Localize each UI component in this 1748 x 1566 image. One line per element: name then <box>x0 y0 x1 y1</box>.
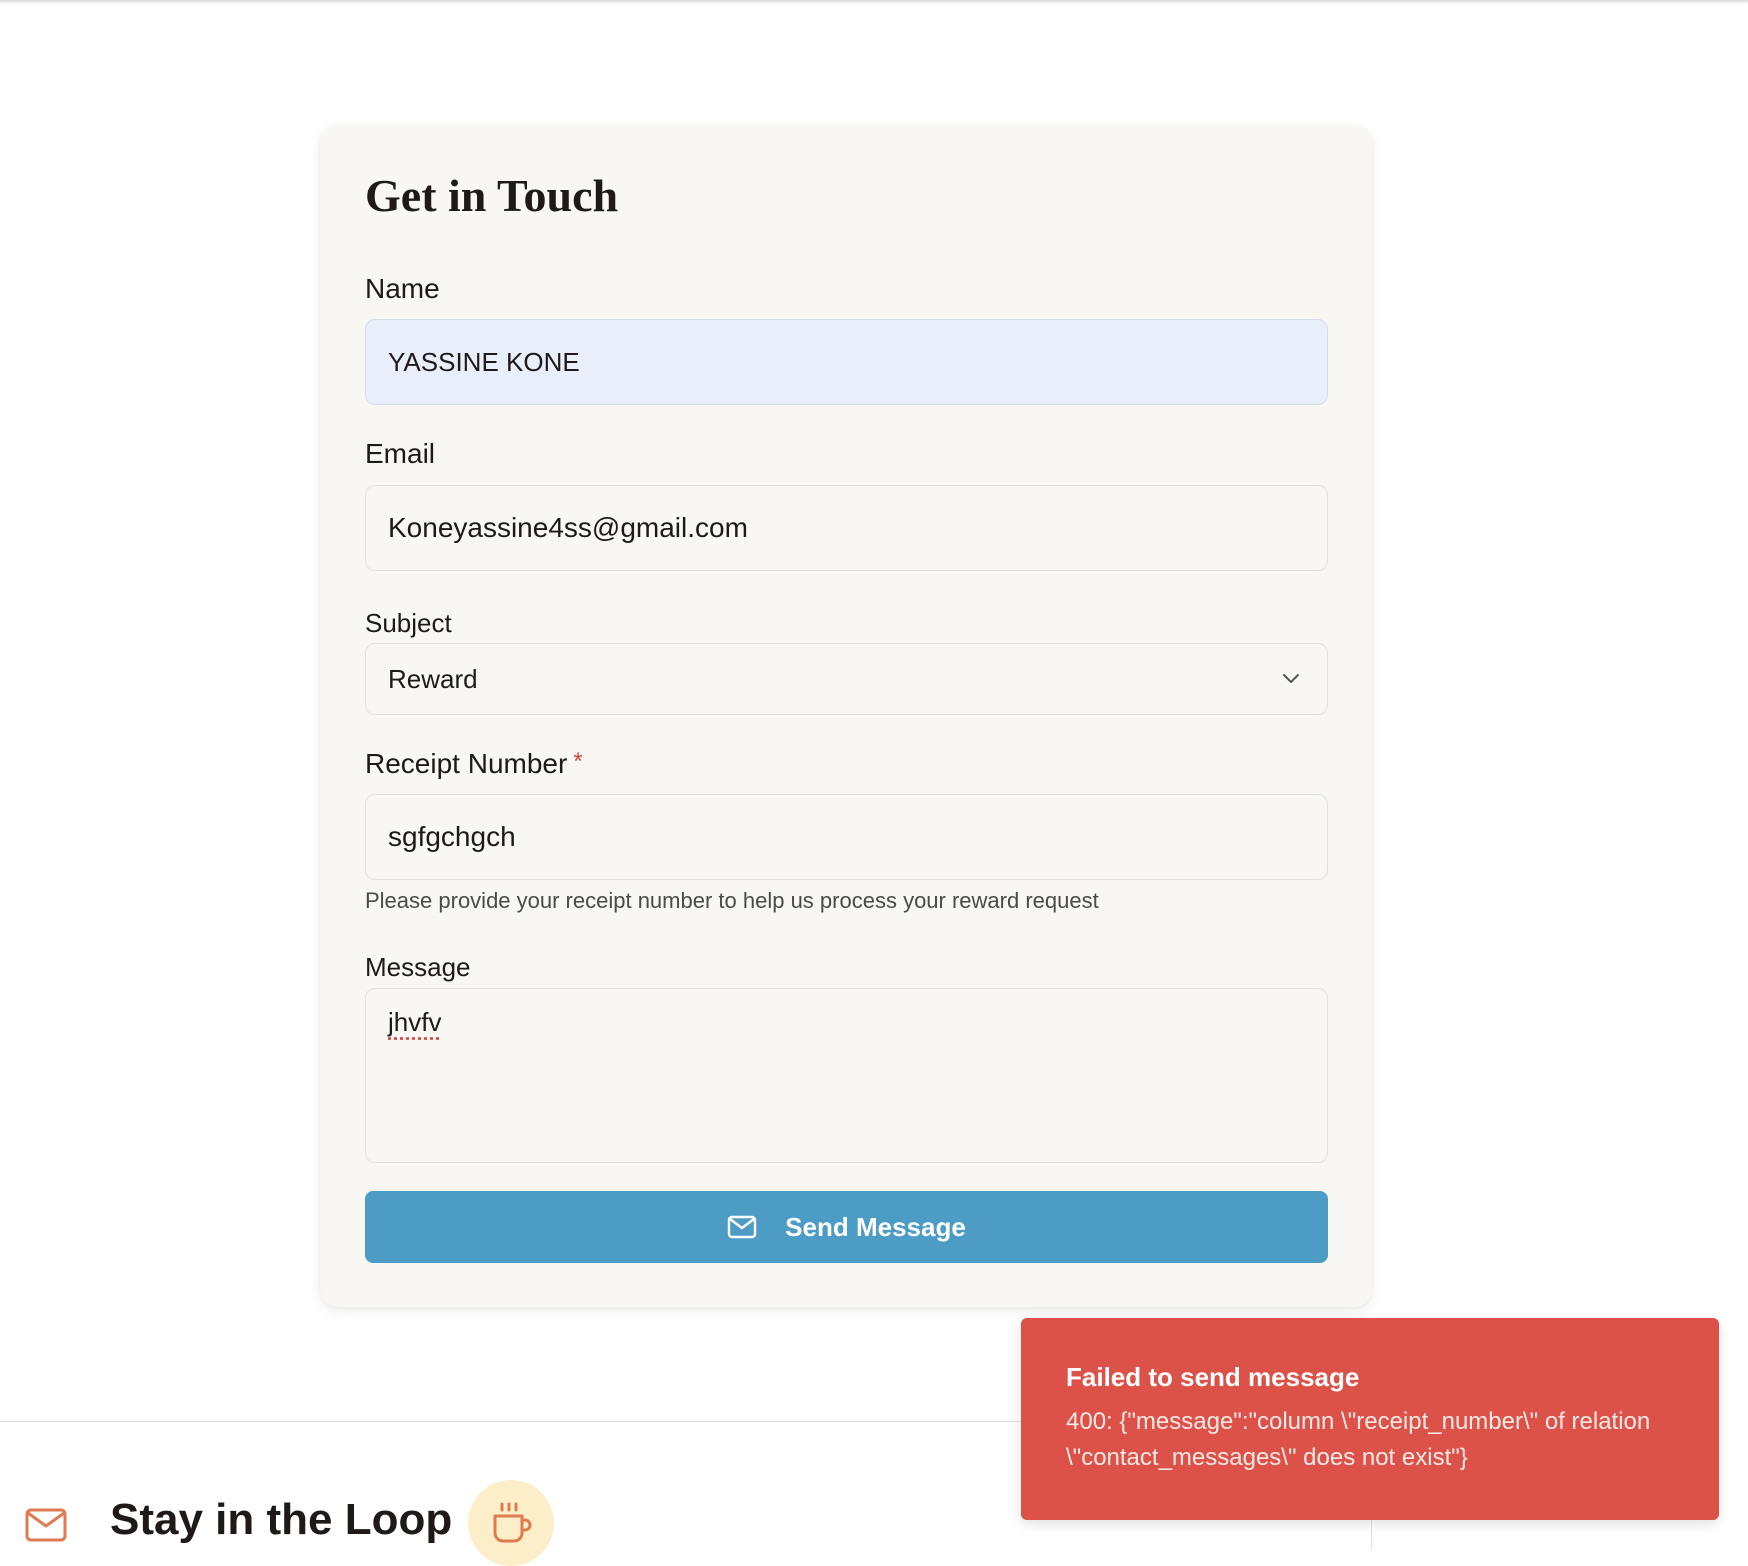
message-textarea-value: jhvfv <box>388 1007 442 1037</box>
chevron-down-icon <box>1283 674 1299 683</box>
coffee-badge <box>468 1480 554 1566</box>
error-toast[interactable]: Failed to send message 400: {"message":"… <box>1021 1318 1719 1520</box>
subject-select[interactable]: Reward <box>365 643 1328 715</box>
message-textarea[interactable]: jhvfv <box>365 988 1328 1163</box>
receipt-label-text: Receipt Number <box>365 748 568 779</box>
receipt-number-input[interactable]: sgfgchgch <box>365 794 1328 880</box>
toast-title: Failed to send message <box>1066 1362 1360 1392</box>
email-label: Email <box>365 438 436 469</box>
mail-icon <box>25 1508 67 1542</box>
receipt-label: Receipt Number * <box>365 750 583 778</box>
form-title: Get in Touch <box>365 170 619 221</box>
header-shadow <box>0 0 1748 4</box>
toast-message: 400: {"message":"column \"receipt_number… <box>1066 1408 1651 1472</box>
name-label: Name <box>365 273 440 304</box>
subject-label: Subject <box>365 608 452 638</box>
message-label: Message <box>365 952 471 982</box>
contact-form-card: Get in Touch Name YASSINE KONE Email Kon… <box>320 125 1372 1307</box>
send-message-button[interactable]: Send Message <box>365 1191 1328 1263</box>
coffee-cup-icon <box>493 1502 532 1543</box>
name-input[interactable]: YASSINE KONE <box>365 319 1328 405</box>
receipt-number-value: sgfgchgch <box>388 821 516 852</box>
newsletter-title: Stay in the Loop <box>110 1495 453 1544</box>
subject-select-value: Reward <box>388 663 478 694</box>
email-input-value: Koneyassine4ss@gmail.com <box>388 512 748 543</box>
email-input[interactable]: Koneyassine4ss@gmail.com <box>365 485 1328 571</box>
send-message-label: Send Message <box>785 1211 966 1242</box>
name-input-value: YASSINE KONE <box>388 346 580 377</box>
mail-icon <box>727 1215 757 1239</box>
receipt-help-text: Please provide your receipt number to he… <box>365 888 1099 913</box>
required-indicator: * <box>573 748 583 775</box>
